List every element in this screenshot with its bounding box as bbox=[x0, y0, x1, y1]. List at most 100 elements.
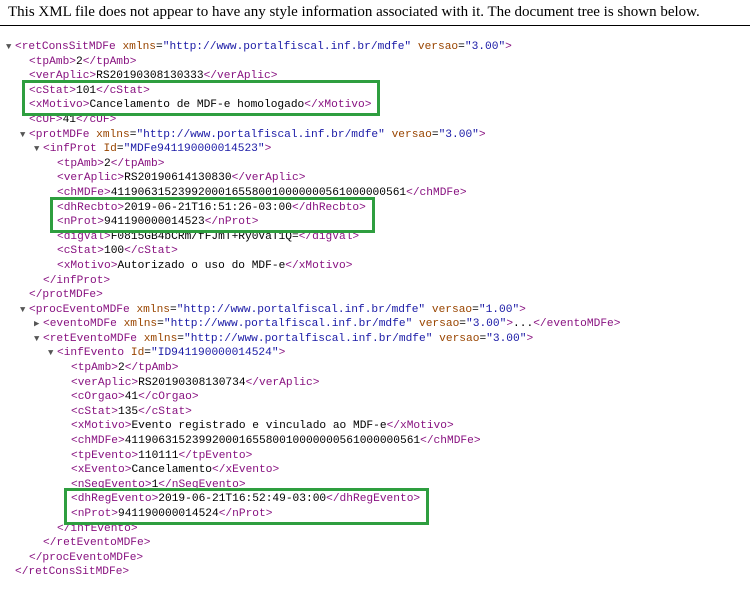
xml-line: <nProt>941190000014523</nProt> bbox=[6, 215, 620, 230]
xml-line: <nSeqEvento>1</nSeqEvento> bbox=[6, 478, 620, 493]
xml-line: </protMDFe> bbox=[6, 288, 620, 303]
xml-val: "1.00" bbox=[478, 303, 520, 316]
xml-tag: <cUF> bbox=[29, 113, 63, 126]
xml-tag: </tpAmb> bbox=[82, 55, 137, 68]
xml-tag: <nProt> bbox=[71, 508, 118, 520]
collapse-arrow-icon[interactable]: ▼ bbox=[20, 303, 29, 318]
xml-tag: > bbox=[278, 347, 286, 360]
xml-tag: <tpAmb> bbox=[57, 157, 104, 170]
xml-line: </infEvento> bbox=[6, 522, 620, 537]
xml-attr: versao bbox=[439, 332, 480, 345]
xml-tag: > bbox=[519, 303, 526, 316]
xml-attr: xmlns bbox=[136, 303, 171, 316]
xml-tag: <xEvento> bbox=[71, 464, 132, 477]
xml-text: 41 bbox=[62, 113, 77, 126]
collapse-arrow-icon[interactable]: ▼ bbox=[34, 332, 43, 347]
xml-text: 2 bbox=[104, 157, 111, 170]
expand-arrow-icon[interactable]: ▶ bbox=[34, 317, 43, 332]
xml-text: = bbox=[156, 41, 163, 53]
xml-attr: xmlns bbox=[143, 332, 178, 345]
xml-tag: <dhRecbto> bbox=[57, 201, 125, 214]
no-style-info-message: This XML file does not appear to have an… bbox=[8, 4, 700, 20]
xml-line: <xEvento>Cancelamento</xEvento> bbox=[6, 463, 620, 478]
xml-line: <chMDFe>41190631523992000165580010000000… bbox=[6, 434, 620, 449]
xml-line: <tpEvento>110111</tpEvento> bbox=[6, 449, 620, 464]
xml-tag: > bbox=[264, 143, 272, 156]
xml-tag: </eventoMDFe> bbox=[533, 318, 621, 331]
xml-text: Cancelamento bbox=[131, 464, 213, 477]
xml-text: ... bbox=[513, 318, 534, 331]
xml-line: <xMotivo>Cancelamento de MDF-e homologad… bbox=[6, 98, 620, 113]
xml-tag: </retEventoMDFe> bbox=[43, 537, 151, 550]
xml-tag: </tpAmb> bbox=[110, 157, 165, 170]
xml-tag: <digVal> bbox=[57, 230, 111, 243]
xml-text: 941190000014523 bbox=[104, 216, 205, 229]
xml-line: ▼ <protMDFe xmlns = "http://www.portalfisca… bbox=[6, 128, 620, 143]
xml-text bbox=[411, 41, 418, 53]
xml-val: "3.00" bbox=[486, 332, 527, 345]
xml-attr: xmlns bbox=[123, 318, 158, 331]
xml-attr: versao bbox=[431, 303, 473, 316]
xml-text: 941190000014524 bbox=[118, 508, 219, 520]
collapse-arrow-icon[interactable]: ▼ bbox=[34, 142, 43, 157]
xml-text: 2019-06-21T16:52:49-03:00 bbox=[158, 493, 327, 506]
xml-text bbox=[137, 333, 144, 345]
xml-text: Cancelamento de MDF-e homologado bbox=[89, 99, 305, 112]
xml-text: 101 bbox=[76, 84, 97, 97]
xml-text: = bbox=[170, 303, 177, 316]
xml-tag: </dhRecbto> bbox=[291, 201, 366, 214]
xml-text: 4119063152399200016558001000000056100000… bbox=[124, 435, 421, 448]
xml-tag: </xMotivo> bbox=[386, 420, 454, 433]
xml-line: <digVal>F0815GB4bCRm/fFJmT+Ry0VaT1Q=</di… bbox=[6, 230, 620, 245]
xml-tag: </nProt> bbox=[204, 216, 259, 229]
xml-tag: <xMotivo> bbox=[29, 99, 90, 112]
xml-tag: </dhRegEvento> bbox=[326, 493, 421, 506]
collapse-arrow-icon[interactable]: ▼ bbox=[20, 128, 29, 143]
xml-line: <cStat>100</cStat> bbox=[6, 244, 620, 259]
xml-tag: <xMotivo> bbox=[57, 259, 118, 272]
xml-val: "ID941190000014524" bbox=[151, 347, 279, 360]
xml-line: ▼ <retEventoMDFe xmlns="http://www.portal… bbox=[6, 332, 620, 347]
xml-tag: <infEvento bbox=[57, 347, 125, 360]
xml-line: <chMDFe>41190631523992000165580010000000… bbox=[6, 186, 620, 201]
header-divider bbox=[0, 25, 750, 26]
xml-line: ▼ <procEventoMDFe xmlns="http://www.porta… bbox=[6, 303, 620, 318]
xml-tag: <protMDFe bbox=[29, 128, 90, 141]
xml-attr: xmlns bbox=[122, 41, 157, 53]
xml-tag: </cUF> bbox=[76, 113, 117, 126]
xml-tag: <xMotivo> bbox=[71, 420, 132, 433]
xml-attr: Id bbox=[130, 347, 145, 360]
xml-text bbox=[117, 318, 124, 330]
xml-tag: <procEventoMDFe bbox=[29, 303, 130, 316]
xml-text: = bbox=[472, 303, 479, 316]
xml-tag: </retConsSitMDFe> bbox=[15, 566, 130, 579]
xml-val: "3.00" bbox=[466, 318, 507, 331]
xml-document-tree: ▼ <retConsSitMDFe xmlns="http://www.porta… bbox=[6, 40, 620, 580]
xml-tag: </tpEvento> bbox=[178, 449, 253, 462]
xml-line: <dhRegEvento>2019-06-21T16:52:49-03:00</… bbox=[6, 492, 620, 507]
xml-tag: <cStat> bbox=[71, 405, 118, 418]
xml-tag: <nProt> bbox=[57, 216, 104, 229]
xml-val: "http://www.portalfiscal.inf.br/mdfe" bbox=[162, 41, 412, 53]
xml-line: <cUF>41</cUF> bbox=[6, 113, 620, 128]
xml-tag: </cOrgao> bbox=[138, 391, 199, 404]
xml-tag: </cStat> bbox=[138, 405, 192, 418]
collapse-arrow-icon[interactable]: ▼ bbox=[6, 40, 15, 55]
xml-tag: </infProt> bbox=[43, 274, 111, 287]
xml-text: 110111 bbox=[138, 449, 179, 462]
xml-tag: <chMDFe> bbox=[57, 186, 111, 199]
xml-tag: </verAplic> bbox=[203, 70, 278, 83]
xml-text: = bbox=[177, 332, 185, 345]
xml-line: </procEventoMDFe> bbox=[6, 551, 620, 566]
collapse-arrow-icon[interactable]: ▼ bbox=[48, 346, 57, 361]
xml-tag: </protMDFe> bbox=[29, 289, 103, 302]
xml-line: <xMotivo>Evento registrado e vinculado a… bbox=[6, 419, 620, 434]
xml-text bbox=[412, 318, 419, 330]
xml-text: = bbox=[459, 318, 467, 331]
xml-tag: > bbox=[505, 41, 512, 53]
xml-line: <xMotivo>Autorizado o uso do MDF-e</xMot… bbox=[6, 259, 620, 274]
xml-line: <verAplic>RS20190308130333</verAplic> bbox=[6, 69, 620, 84]
xml-text: Autorizado o uso do MDF-e bbox=[117, 259, 286, 272]
xml-text: = bbox=[431, 128, 439, 141]
xml-line: <nProt>941190000014524</nProt> bbox=[6, 507, 620, 522]
